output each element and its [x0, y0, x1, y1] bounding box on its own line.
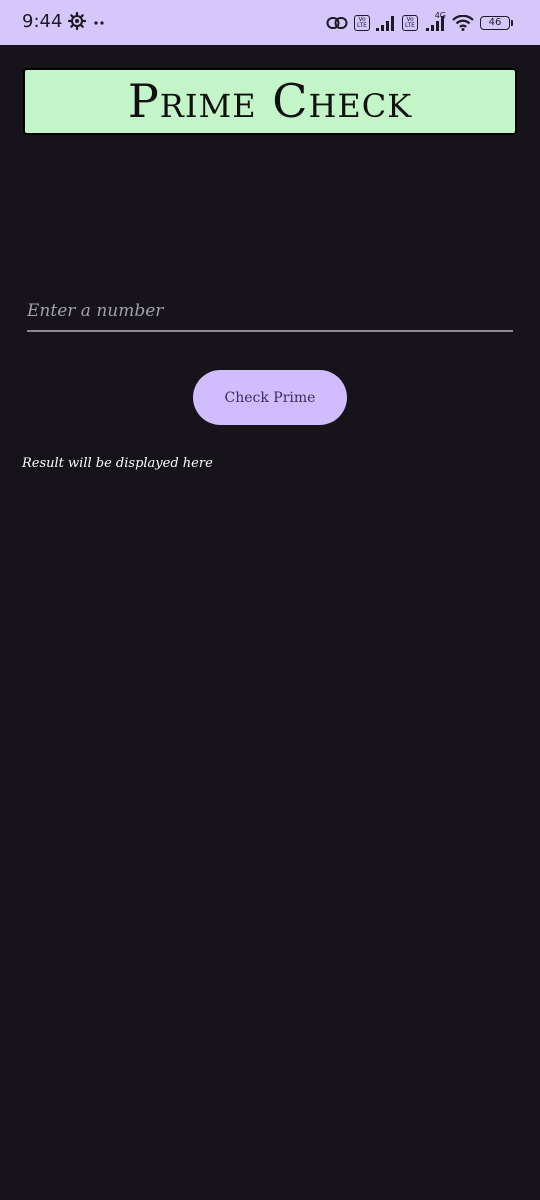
status-bar: 9:44 Vo LTE Vo LTE 4G 46: [0, 0, 540, 45]
status-icons: Vo LTE Vo LTE 4G 46: [326, 10, 513, 36]
wifi-icon: [452, 15, 474, 31]
check-prime-button[interactable]: Check Prime: [193, 370, 347, 425]
settings-gear-icon: [68, 12, 86, 30]
hotspot-link-icon: [326, 17, 348, 29]
signal-sim1-icon: [376, 16, 394, 31]
number-input[interactable]: [27, 298, 513, 332]
network-type-label: 4G: [434, 11, 446, 20]
volte-sim2-icon: Vo LTE: [402, 15, 418, 31]
battery-icon: 46: [480, 16, 513, 30]
title-banner: Prime Check: [23, 68, 517, 135]
signal-sim2-group: 4G: [424, 11, 446, 31]
volte-sim1-icon: Vo LTE: [354, 15, 370, 31]
more-notifications-icon: [94, 21, 104, 25]
result-text: Result will be displayed here: [22, 456, 213, 471]
app-title: Prime Check: [127, 74, 413, 128]
status-time: 9:44: [22, 11, 63, 32]
